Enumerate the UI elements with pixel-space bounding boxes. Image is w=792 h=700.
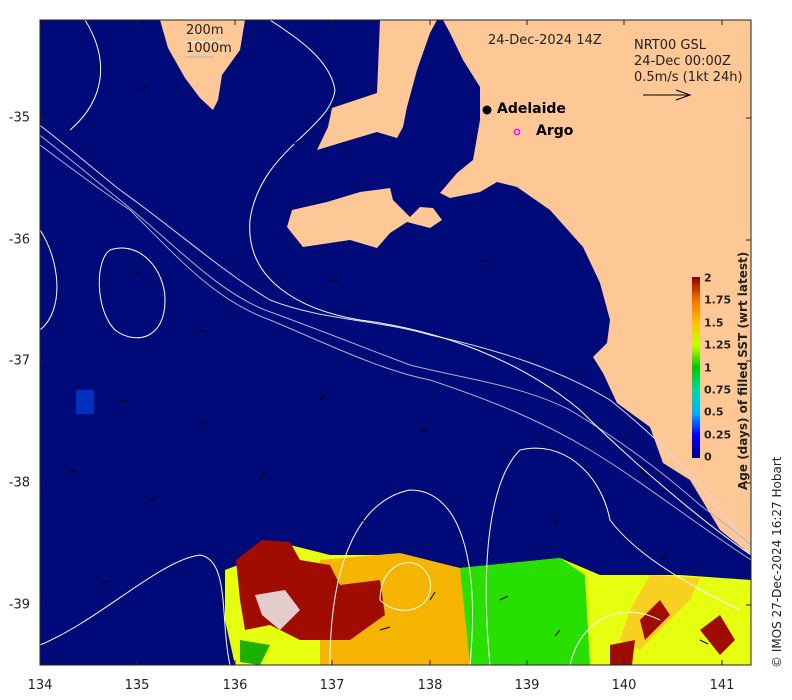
y-tick-label: -39 [8,597,30,613]
x-tick-label: 140 [611,678,637,693]
y-tick-label: -36 [8,232,30,248]
colorbar-tick: 2 [704,271,712,285]
contour-legend-1000m: 1000m [186,41,232,56]
x-tick-label: 139 [514,678,540,693]
product-line3: 0.5m/s (1kt 24h) [634,70,743,85]
colorbar-tick: 0.25 [704,428,732,442]
map-canvas [39,19,752,666]
x-tick-label: 136 [222,678,248,693]
colorbar [692,277,700,458]
place-label-argo: Argo [536,123,574,139]
colorbar-tick: 0 [704,450,712,464]
colorbar-title: Age (days) of filled SST (wrt latest) [736,251,750,490]
y-tick-label: -35 [8,110,30,126]
adelaide-marker [482,105,492,115]
y-tick-label: -37 [8,353,30,369]
product-line1: NRT00 GSL [634,38,706,53]
credit-text: © IMOS 27-Dec-2024 16:27 Hobart [770,456,784,668]
x-tick-label: 137 [319,678,345,693]
colorbar-tick: 0.5 [704,405,724,419]
x-tick-label: 138 [417,678,443,693]
x-tick-label: 135 [124,678,150,693]
colorbar-tick: 1.75 [704,293,732,307]
x-tick-label: 134 [27,678,53,693]
y-tick-label: -38 [8,475,30,491]
place-label-adelaide: Adelaide [497,101,566,117]
product-line2: 24-Dec 00:00Z [634,54,731,69]
colorbar-tick: 1.5 [704,316,724,330]
colorbar-tick: 1.25 [704,338,732,352]
date-label: 24-Dec-2024 14Z [488,33,602,48]
contour-legend-200m: 200m [186,23,224,38]
colorbar-tick: 1 [704,361,712,375]
colorbar-tick: 0.75 [704,383,732,397]
x-tick-label: 141 [709,678,735,693]
